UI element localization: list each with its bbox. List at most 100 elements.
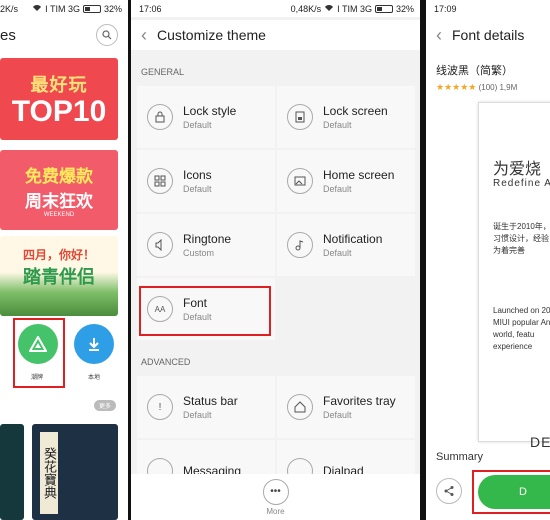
font-name: 线波黑（简繁） (436, 65, 513, 77)
themes-store-panel: 2K/s I TIM 3G 32% es 最好玩 TOP10 免费爆款 周末狂欢… (0, 0, 128, 520)
theme-thumbnail[interactable]: 癸花寶典 (32, 424, 118, 520)
home-screen-item[interactable]: Home screen Default (277, 150, 415, 212)
clock: 17:06 (139, 3, 162, 14)
back-arrow-icon[interactable]: ‹ (141, 25, 147, 46)
favorites-tray-item[interactable]: Favorites tray Default (277, 376, 415, 438)
search-icon (102, 30, 112, 40)
star-rating-icon: ★★★★★ (436, 82, 477, 92)
item-name: Lock screen (323, 104, 388, 118)
banner-spring[interactable]: 四月，你好！ 踏青伴侣 (0, 236, 118, 316)
wifi-icon (324, 4, 334, 14)
page-title: es (0, 26, 16, 44)
rating-count: (100) 1,9M (478, 83, 518, 92)
book-title: 癸花寶典 (40, 432, 58, 514)
banner-line: 免费爆款 (25, 167, 93, 186)
lock-icon (147, 104, 173, 130)
preview-subhead: Redefine A (493, 178, 550, 189)
highlight-box (13, 318, 65, 388)
item-value: Default (323, 184, 352, 194)
status-bar-item[interactable]: ! Status bar Default (137, 376, 275, 438)
info-icon: ! (147, 394, 173, 420)
banner-top10[interactable]: 最好玩 TOP10 (0, 58, 118, 140)
banner-line: 最好玩 (30, 75, 88, 95)
clock: 17:09 (434, 3, 457, 14)
carrier-label: I TIM 3G (45, 3, 80, 14)
edge-text: DE (530, 434, 550, 450)
grid-icon (147, 168, 173, 194)
section-advanced: ADVANCED (141, 357, 191, 367)
themes-header: es (0, 20, 128, 50)
notification-item[interactable]: Notification Default (277, 214, 415, 276)
theme-thumbnail[interactable] (0, 424, 24, 520)
network-speed: 0,48K/s (290, 3, 322, 14)
item-value: Default (183, 410, 212, 420)
item-name: Ringtone (183, 232, 232, 246)
page-title: Customize theme (157, 27, 266, 43)
status-bar: 17:06 0,48K/s I TIM 3G 32% (131, 0, 420, 17)
item-value: Custom (183, 248, 215, 258)
item-name: Status bar (183, 394, 238, 408)
more-badge[interactable]: 更多 (93, 400, 116, 411)
item-name: Favorites tray (323, 394, 396, 408)
customize-theme-panel: 17:06 0,48K/s I TIM 3G 32% ‹ Customize t… (131, 0, 420, 520)
section-general: GENERAL (141, 67, 185, 77)
item-value: Default (183, 120, 212, 130)
more-label: More (266, 506, 285, 516)
page-title: Font details (452, 27, 525, 43)
item-name: Notification (323, 232, 383, 246)
image-icon (287, 168, 313, 194)
preview-chinese-text: 诞生于2010年，国人习惯设计，经验，还首为着完善 (493, 222, 550, 255)
highlight-box (139, 286, 271, 336)
banner-line: WEEKEND (43, 212, 75, 218)
network-speed: 2K/s (0, 3, 19, 14)
battery-icon (374, 4, 393, 13)
banner-line: 四月，你好！ (22, 247, 95, 262)
font-details-panel: 17:09 ‹ Font details 线波黑（简繁） ★★★★★ (100)… (426, 0, 550, 520)
banner-weekend[interactable]: 免费爆款 周末狂欢 WEEKEND (0, 150, 118, 230)
preview-english-text: Launched on 2010, MIUI popular And world… (493, 306, 550, 351)
wifi-icon (32, 4, 42, 14)
highlight-box (472, 470, 550, 514)
empty-cell (277, 278, 415, 340)
lock-screen-icon (287, 104, 313, 130)
music-note-icon (287, 232, 313, 258)
banner-line: 踏青伴侣 (23, 266, 95, 287)
preview-headline: 为爱烧 (493, 161, 542, 178)
local-button[interactable] (74, 324, 114, 364)
item-name: Lock style (183, 104, 237, 118)
ellipsis-icon: ••• (270, 486, 281, 497)
share-button[interactable] (436, 478, 462, 504)
item-value: Default (183, 184, 212, 194)
search-button[interactable] (96, 24, 118, 46)
share-icon (444, 486, 454, 496)
battery-icon (82, 4, 101, 13)
ringtone-item[interactable]: Ringtone Custom (137, 214, 275, 276)
carrier-label: I TIM 3G (337, 3, 372, 14)
summary-label: Summary (436, 451, 484, 463)
font-header: ‹ Font details (426, 20, 550, 50)
status-bar: 17:09 (426, 0, 550, 17)
battery-percent: 32% (103, 3, 122, 14)
customize-header: ‹ Customize theme (131, 20, 420, 50)
item-value: Default (323, 410, 352, 420)
icons-item[interactable]: Icons Default (137, 150, 275, 212)
speaker-icon (147, 232, 173, 258)
item-name: Icons (183, 168, 212, 182)
home-icon (287, 394, 313, 420)
item-value: Default (323, 120, 352, 130)
lock-screen-item[interactable]: Lock screen Default (277, 86, 415, 148)
local-label: 本地 (88, 375, 101, 381)
font-preview[interactable]: 为爱烧 Redefine A 诞生于2010年，国人习惯设计，经验，还首为着完善… (478, 102, 550, 442)
lock-style-item[interactable]: Lock style Default (137, 86, 275, 148)
banner-line: TOP10 (11, 95, 107, 128)
back-arrow-icon[interactable]: ‹ (436, 25, 442, 46)
rating: ★★★★★ (100) 1,9M (436, 82, 517, 93)
battery-percent: 32% (395, 3, 414, 14)
more-button[interactable]: ••• (262, 478, 289, 505)
more-bar: ••• More (131, 474, 420, 520)
screenshot-collage: 2K/s I TIM 3G 32% es 最好玩 TOP10 免费爆款 周末狂欢… (0, 0, 550, 520)
download-icon (89, 338, 99, 351)
status-bar: 2K/s I TIM 3G 32% (0, 0, 128, 17)
banner-line: 周末狂欢 (25, 192, 93, 211)
item-value: Default (323, 248, 352, 258)
